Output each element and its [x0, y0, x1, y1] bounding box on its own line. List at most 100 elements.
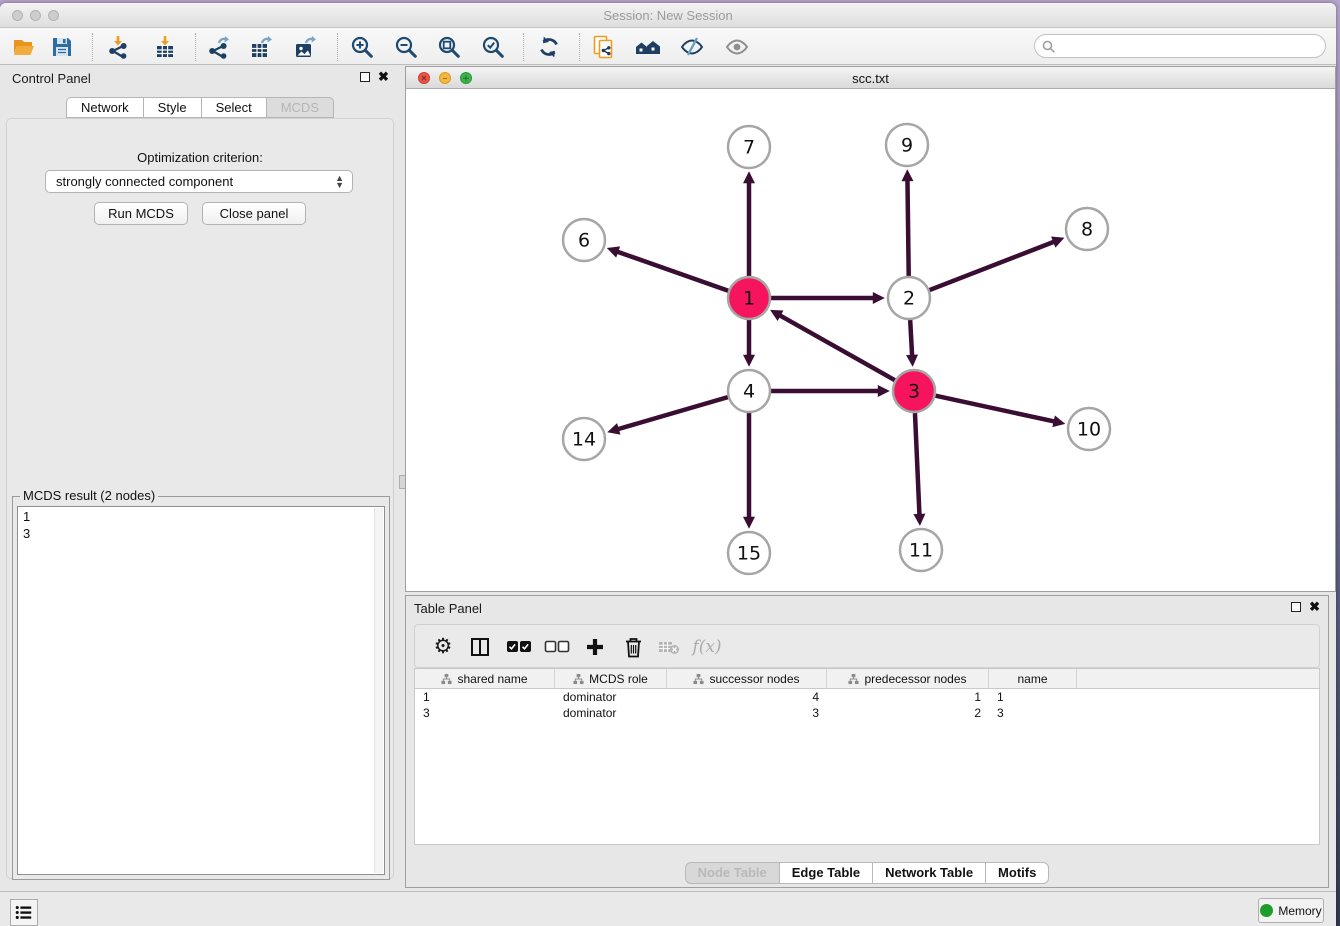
cell-name[interactable]: 3 — [989, 705, 1077, 721]
tab-node-table[interactable]: Node Table — [685, 862, 780, 884]
memory-label: Memory — [1278, 904, 1321, 918]
toolbar-separator — [523, 33, 524, 61]
network-canvas[interactable]: 7968124314101511 — [406, 89, 1335, 591]
mcds-result-title: MCDS result (2 nodes) — [20, 488, 158, 503]
toolbar-separator — [337, 33, 338, 61]
graph-edge-2-8[interactable] — [930, 242, 1055, 290]
float-panel-icon[interactable] — [360, 72, 370, 82]
tab-mcds[interactable]: MCDS — [267, 97, 334, 118]
cell-predecessor-nodes[interactable]: 1 — [827, 689, 989, 705]
main-toolbar — [0, 28, 1336, 65]
tab-select[interactable]: Select — [202, 97, 267, 118]
hide-panel-icon[interactable] — [679, 34, 705, 60]
cell-mcds-role[interactable]: dominator — [555, 689, 667, 705]
network-overview-icon[interactable] — [635, 34, 661, 60]
tab-motifs[interactable]: Motifs — [986, 862, 1049, 884]
control-panel-header: Control Panel ✖ — [0, 66, 400, 90]
graph-node-label: 15 — [737, 543, 761, 565]
close-panel-button[interactable]: Close panel — [202, 202, 306, 225]
graph-edge-2-3[interactable] — [910, 320, 912, 356]
table-row[interactable]: 1 dominator 4 1 1 — [415, 689, 1319, 705]
cell-shared-name[interactable]: 1 — [415, 689, 555, 705]
column-header-name[interactable]: name — [989, 669, 1077, 688]
network-graph[interactable]: 7968124314101511 — [406, 89, 1335, 591]
float-panel-icon[interactable] — [1291, 602, 1301, 612]
task-history-button[interactable] — [10, 899, 38, 926]
open-session-icon[interactable] — [11, 34, 37, 60]
control-panel-title: Control Panel — [12, 71, 91, 86]
export-table-icon[interactable] — [248, 34, 274, 60]
node-table[interactable]: shared name MCDS role successor nodes pr… — [414, 668, 1320, 845]
import-network-icon[interactable] — [105, 34, 131, 60]
tab-network-table[interactable]: Network Table — [873, 862, 986, 884]
graph-edge-3-11[interactable] — [915, 413, 919, 515]
import-table-icon[interactable] — [152, 34, 178, 60]
close-panel-icon[interactable]: ✖ — [1309, 599, 1320, 615]
zoom-out-icon[interactable] — [393, 34, 419, 60]
unselect-all-icon[interactable] — [544, 634, 570, 660]
cell-predecessor-nodes[interactable]: 2 — [827, 705, 989, 721]
function-builder-icon[interactable]: f(x) — [694, 634, 720, 660]
graph-node-label: 14 — [572, 429, 596, 451]
table-row[interactable]: 3 dominator 3 2 3 — [415, 705, 1319, 721]
table-panel-tabs: Node Table Edge Table Network Table Moti… — [406, 862, 1328, 884]
title-bar: Session: New Session — [0, 3, 1336, 28]
graph-edge-3-1[interactable] — [779, 315, 894, 380]
scrollbar-track[interactable] — [374, 508, 383, 873]
network-window-titlebar[interactable]: ✕ − ＋ scc.txt — [406, 67, 1335, 89]
cell-mcds-role[interactable]: dominator — [555, 705, 667, 721]
cell-shared-name[interactable]: 3 — [415, 705, 555, 721]
tab-network[interactable]: Network — [66, 97, 144, 118]
graph-edge-1-6[interactable] — [617, 252, 728, 291]
zoom-selected-icon[interactable] — [480, 34, 506, 60]
delete-row-icon[interactable] — [620, 634, 646, 660]
search-icon — [1042, 40, 1056, 54]
window-title: Session: New Session — [0, 8, 1336, 23]
close-panel-icon[interactable]: ✖ — [378, 69, 389, 85]
column-header-mcds-role[interactable]: MCDS role — [555, 669, 667, 688]
zoom-fit-icon[interactable] — [436, 34, 462, 60]
run-mcds-button[interactable]: Run MCDS — [94, 202, 188, 225]
status-bar: Memory — [0, 891, 1336, 926]
attribute-type-icon — [441, 673, 452, 685]
select-all-icon[interactable] — [506, 634, 532, 660]
graph-edge-2-9[interactable] — [907, 180, 908, 276]
toolbar-separator — [195, 33, 196, 61]
mcds-result-text[interactable]: 1 3 — [17, 506, 385, 875]
control-panel-tabs: Network Style Select MCDS — [0, 97, 400, 118]
memory-button[interactable]: Memory — [1258, 898, 1324, 923]
cell-successor-nodes[interactable]: 4 — [667, 689, 827, 705]
table-panel-header: Table Panel ✖ — [406, 596, 1328, 620]
attribute-type-icon — [573, 673, 584, 685]
mcds-result-line: 3 — [23, 525, 379, 542]
cell-name[interactable]: 1 — [989, 689, 1077, 705]
export-image-icon[interactable] — [292, 34, 318, 60]
graph-node-label: 11 — [909, 540, 933, 562]
search-box[interactable] — [1034, 34, 1326, 58]
graph-edge-3-10[interactable] — [935, 396, 1054, 422]
zoom-in-icon[interactable] — [349, 34, 375, 60]
list-icon — [15, 905, 33, 920]
tab-edge-table[interactable]: Edge Table — [780, 862, 873, 884]
criterion-dropdown[interactable]: strongly connected component ▲▼ — [45, 170, 353, 193]
save-session-icon[interactable] — [49, 34, 75, 60]
column-header-shared-name[interactable]: shared name — [415, 669, 555, 688]
search-input[interactable] — [1059, 36, 1319, 56]
add-row-icon[interactable] — [582, 634, 608, 660]
cell-successor-nodes[interactable]: 3 — [667, 705, 827, 721]
attribute-type-icon — [848, 673, 859, 685]
settings-gear-icon[interactable]: ⚙ — [430, 634, 456, 660]
column-header-predecessor-nodes[interactable]: predecessor nodes — [827, 669, 989, 688]
show-panel-icon[interactable] — [724, 34, 750, 60]
graph-edge-4-14[interactable] — [618, 397, 728, 429]
criterion-value: strongly connected component — [56, 174, 233, 189]
tab-style[interactable]: Style — [144, 97, 202, 118]
show-column-icon[interactable] — [467, 634, 493, 660]
delete-column-icon[interactable] — [656, 634, 682, 660]
export-network-icon[interactable] — [205, 34, 231, 60]
refresh-layout-icon[interactable] — [536, 34, 562, 60]
column-header-successor-nodes[interactable]: successor nodes — [667, 669, 827, 688]
share-document-icon[interactable] — [591, 34, 617, 60]
optimization-criterion-label: Optimization criterion: — [0, 150, 400, 165]
toolbar-separator — [579, 33, 580, 61]
